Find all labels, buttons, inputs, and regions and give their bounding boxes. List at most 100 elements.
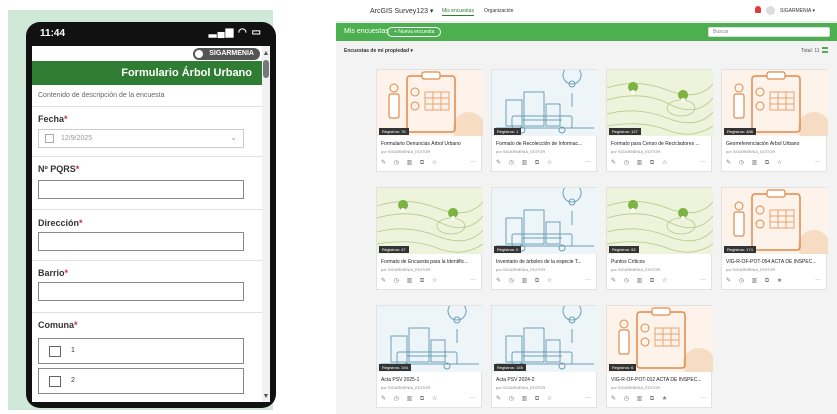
survey-thumbnail[interactable]: [607, 306, 713, 372]
more-options-icon[interactable]: ···: [470, 159, 476, 165]
survey-thumbnail[interactable]: [377, 188, 483, 254]
survey-title[interactable]: Georreferenciación Árbol Urbano: [726, 141, 824, 147]
survey-title[interactable]: Inventario de árboles de la especie T...: [496, 259, 594, 265]
survey-thumbnail[interactable]: [492, 306, 598, 372]
pqrs-field[interactable]: [38, 180, 244, 199]
divider: [32, 260, 262, 261]
scrollbar-thumb[interactable]: [263, 60, 269, 78]
app-title[interactable]: ArcGIS Survey123 ▾: [370, 7, 433, 15]
direccion-label: Dirección*: [38, 218, 83, 228]
fecha-field[interactable]: 12/9/2025 ⌄: [38, 129, 244, 148]
card-action-icons[interactable]: ✎ ◷ ▥ ⧉ ☆: [381, 159, 440, 167]
survey-card[interactable]: Registros: 488 Georreferenciación Árbol U…: [721, 69, 828, 172]
new-survey-button[interactable]: + Nueva encuesta: [387, 27, 442, 37]
survey-card[interactable]: Registros: 127 Formato para Censo de Reci…: [606, 69, 713, 172]
notification-icon[interactable]: [755, 6, 761, 13]
survey-title[interactable]: Formato de Recolección de Informac...: [496, 141, 594, 147]
survey-card[interactable]: Registros: 174 VIG-R-OF-POT-054 ACTA DE I…: [721, 187, 828, 290]
survey-title[interactable]: Puntos Críticos: [611, 259, 709, 265]
card-action-icons[interactable]: ✎ ◷ ▥ ⧉ ☆: [726, 159, 785, 167]
survey-title[interactable]: VIG-R-OF-POT-012 ACTA DE INSPEC...: [611, 377, 709, 383]
phone-frame: 11:44 ▂▄▆ ◠ ▭ SIGARMENIA Formulario Árbo…: [26, 22, 276, 408]
more-options-icon[interactable]: ···: [585, 277, 591, 283]
status-bar: 11:44 ▂▄▆ ◠ ▭: [26, 22, 276, 48]
form-topbar: SIGARMENIA: [32, 46, 262, 60]
survey-thumbnail[interactable]: [722, 188, 828, 254]
survey-card[interactable]: Registros: 165 Acta PSV 2024-2 por SIGARME…: [491, 305, 598, 408]
records-badge: Registros: 127: [609, 128, 641, 135]
survey-card[interactable]: Registros: 76 Formulario Denuncias Árbol …: [376, 69, 483, 172]
survey-card[interactable]: Registros: 194 Acta PSV 2025-1 por SIGARME…: [376, 305, 483, 408]
more-options-icon[interactable]: ···: [700, 277, 706, 283]
survey-owner: por SIGARMENIA_EDITOR: [611, 385, 661, 390]
survey-card[interactable]: Registros: 92 Puntos Críticos por SIGARMEN…: [606, 187, 713, 290]
survey-thumbnail[interactable]: [722, 70, 828, 136]
card-action-icons[interactable]: ✎ ◷ ▥ ⧉ ★: [726, 277, 785, 285]
scroll-down-icon[interactable]: ▼: [262, 393, 270, 400]
scroll-up-icon[interactable]: ▲: [262, 50, 270, 57]
checkbox[interactable]: [49, 346, 61, 357]
search-input[interactable]: Buscar: [708, 27, 830, 37]
records-badge: Registros: 174: [724, 246, 756, 253]
chevron-down-icon: ⌄: [230, 133, 237, 142]
user-chip[interactable]: SIGARMENIA: [193, 48, 260, 60]
more-options-icon[interactable]: ···: [815, 277, 821, 283]
form-description: Contenido de descripción de la encuesta: [38, 92, 165, 99]
filter-icon[interactable]: [822, 47, 828, 53]
comuna-option-1[interactable]: 1: [38, 338, 244, 364]
survey-title[interactable]: Formulario Denuncias Árbol Urbano: [381, 141, 479, 147]
card-action-icons[interactable]: ✎ ◷ ▥ ⧉ ☆: [496, 277, 555, 285]
survey-title[interactable]: Acta PSV 2024-2: [496, 377, 594, 383]
survey-thumbnail[interactable]: [377, 306, 483, 372]
card-action-icons[interactable]: ✎ ◷ ▥ ⧉ ☆: [496, 159, 555, 167]
survey-title[interactable]: Formato para Censo de Recicladores ...: [611, 141, 709, 147]
more-options-icon[interactable]: ···: [585, 159, 591, 165]
card-action-icons[interactable]: ✎ ◷ ▥ ⧉ ☆: [611, 159, 670, 167]
card-action-icons[interactable]: ✎ ◷ ▥ ⧉ ☆: [381, 277, 440, 285]
more-options-icon[interactable]: ···: [585, 395, 591, 401]
survey-owner: por SIGARMENIA_EDITOR: [381, 267, 431, 272]
survey-title[interactable]: Formato de Encuesta para la Identific...: [381, 259, 479, 265]
scrollbar[interactable]: ▲ ▼: [262, 46, 270, 402]
survey-title[interactable]: VIG-R-OF-POT-054 ACTA DE INSPEC...: [726, 259, 824, 265]
total-count: Total: 11: [801, 48, 820, 54]
survey-title[interactable]: Acta PSV 2025-1: [381, 377, 479, 383]
divider: [32, 209, 262, 210]
barrio-field[interactable]: [38, 282, 244, 301]
card-action-icons[interactable]: ✎ ◷ ▥ ⧉ ☆: [496, 395, 555, 403]
nav-organization[interactable]: Organización: [484, 8, 513, 14]
checkbox[interactable]: [49, 376, 61, 387]
direccion-field[interactable]: [38, 232, 244, 251]
survey-owner: por SIGARMENIA_EDITOR: [381, 149, 431, 154]
survey-card[interactable]: Registros: 6 VIG-R-OF-POT-012 ACTA DE INS…: [606, 305, 713, 408]
survey-card[interactable]: Registros: 47 Formato de Encuesta para la…: [376, 187, 483, 290]
avatar[interactable]: [766, 6, 775, 15]
survey-thumbnail[interactable]: [492, 188, 598, 254]
comuna-label: Comuna*: [38, 320, 78, 330]
survey-thumbnail[interactable]: [607, 188, 713, 254]
survey-card[interactable]: Registros: 0 Inventario de árboles de la …: [491, 187, 598, 290]
records-badge: Registros: 76: [379, 128, 409, 135]
nav-my-surveys[interactable]: Mis encuestas: [442, 8, 474, 16]
card-action-icons[interactable]: ✎ ◷ ▥ ⧉ ☆: [611, 277, 670, 285]
chevron-down-icon: ▾: [812, 8, 816, 14]
survey-owner: por SIGARMENIA_EDITOR: [611, 149, 661, 154]
comuna-option-2[interactable]: 2: [38, 368, 244, 394]
more-options-icon[interactable]: ···: [700, 159, 706, 165]
ownership-filter[interactable]: Encuestas de mi propiedad ▾: [344, 48, 413, 54]
user-menu[interactable]: SIGARMENIA ▾: [780, 8, 815, 14]
survey-thumbnail[interactable]: [607, 70, 713, 136]
records-badge: Registros: 0: [494, 246, 522, 253]
more-options-icon[interactable]: ···: [470, 395, 476, 401]
survey-owner: por SIGARMENIA_EDITOR: [496, 149, 546, 154]
more-options-icon[interactable]: ···: [700, 395, 706, 401]
card-action-icons[interactable]: ✎ ◷ ▥ ⧉ ☆: [381, 395, 440, 403]
more-options-icon[interactable]: ···: [815, 159, 821, 165]
more-options-icon[interactable]: ···: [470, 277, 476, 283]
card-action-icons[interactable]: ✎ ◷ ▥ ⧉ ★: [611, 395, 670, 403]
survey-thumbnail[interactable]: [377, 70, 483, 136]
survey-thumbnail[interactable]: [492, 70, 598, 136]
chevron-down-icon: ▾: [429, 8, 434, 15]
survey-card[interactable]: Registros: 1 Formato de Recolección de In…: [491, 69, 598, 172]
records-badge: Registros: 1: [494, 128, 522, 135]
